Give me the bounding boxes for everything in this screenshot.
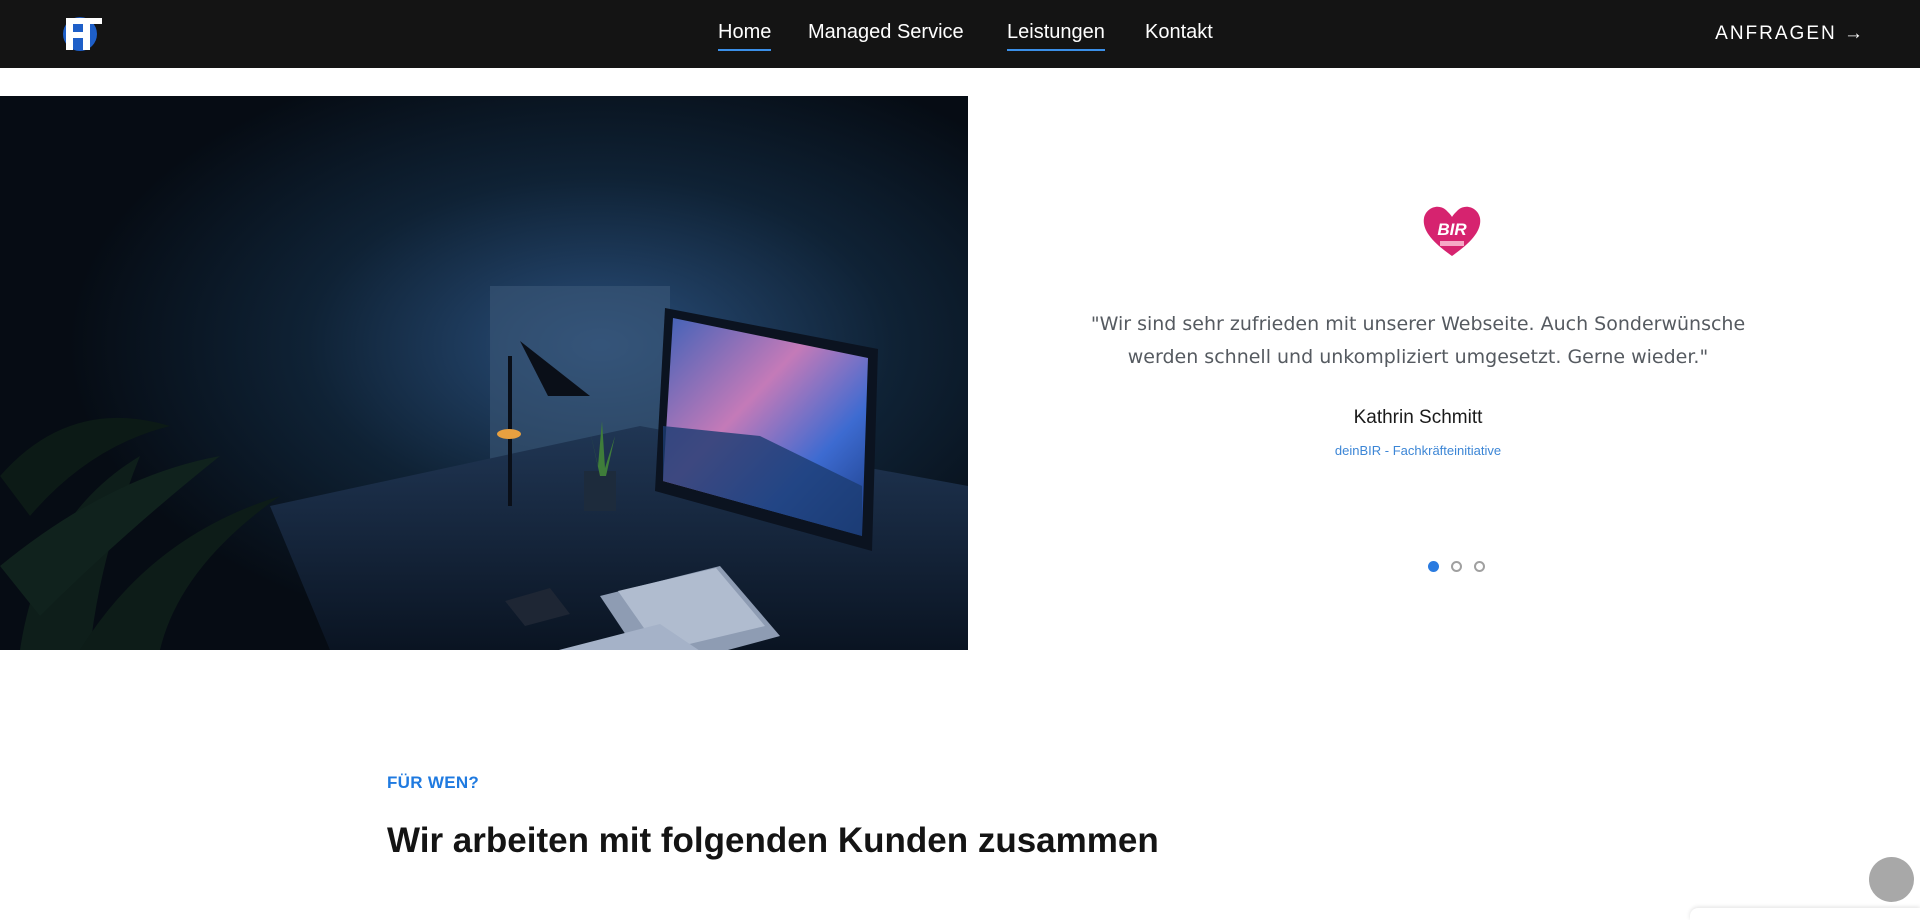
anfragen-button[interactable]: ANFRAGEN → [1715, 22, 1865, 46]
section-eyebrow: FÜR WEN? [387, 773, 480, 792]
scroll-to-top-icon[interactable] [1869, 857, 1914, 902]
nav-home[interactable]: Home [718, 19, 772, 51]
slider-dot-3[interactable] [1474, 561, 1485, 572]
section-title: Wir arbeiten mit folgenden Kunden zusamm… [387, 821, 1159, 860]
slider-dot-1[interactable] [1428, 561, 1439, 572]
navbar: Home Managed Service Leistungen Kontakt … [0, 0, 1920, 68]
nav-managed-service[interactable]: Managed Service [808, 19, 964, 49]
testimonial-slider: BIR "Wir sind sehr zufrieden mit unserer… [968, 96, 1920, 650]
testimonial-quote: "Wir sind sehr zufrieden mit unserer Web… [1090, 313, 1746, 368]
floating-widget[interactable] [1690, 908, 1920, 920]
heart-logo-icon: BIR [1422, 204, 1482, 258]
testimonial-author: Kathrin Schmitt [1353, 407, 1483, 428]
hero-image [0, 96, 968, 650]
slider-dots [1422, 561, 1485, 575]
testimonial-company: deinBIR - Fachkräfteinitiative [1334, 443, 1502, 458]
nav-leistungen[interactable]: Leistungen [1007, 19, 1105, 51]
brand-logo-text: BIR [1437, 220, 1467, 239]
main-nav: Home Managed Service Leistungen Kontakt [0, 0, 1920, 68]
slider-dot-2[interactable] [1451, 561, 1462, 572]
nav-kontakt[interactable]: Kontakt [1145, 19, 1213, 49]
